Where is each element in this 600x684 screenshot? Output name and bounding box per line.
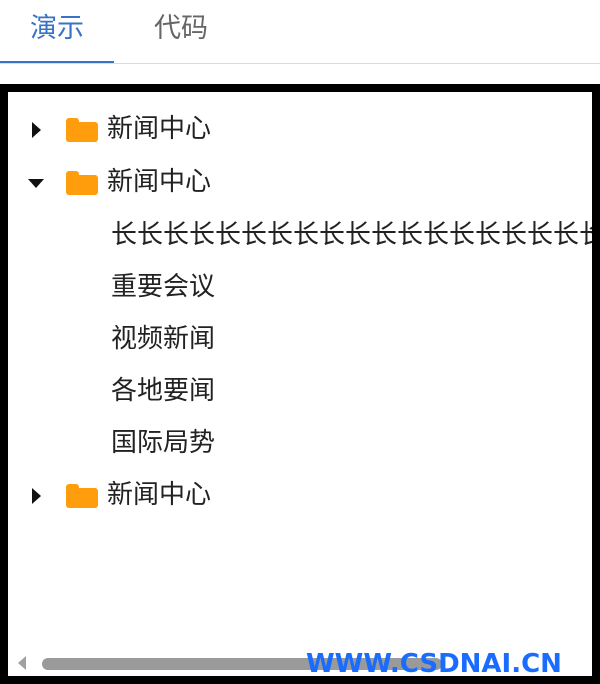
folder-icon [66, 484, 98, 508]
tree-leaf-label[interactable]: 视频新闻 [111, 322, 215, 356]
tab-demo[interactable]: 演示 [0, 0, 114, 62]
folder-icon [66, 171, 98, 195]
tree-leaf-label[interactable]: 重要会议 [111, 270, 215, 304]
scroll-left-icon[interactable] [18, 656, 26, 670]
caret-right-icon[interactable] [32, 122, 41, 138]
tree-view: 新闻中心 新闻中心 长长长长长长长长长长长长长长长长长长长长长长长长长长长长长长… [8, 92, 592, 650]
tab-bar: 演示 代码 [0, 0, 600, 64]
demo-frame: 新闻中心 新闻中心 长长长长长长长长长长长长长长长长长长长长长长长长长长长长长长… [0, 84, 600, 684]
tree-node-label[interactable]: 新闻中心 [107, 112, 211, 146]
tree-leaf-label[interactable]: 长长长长长长长长长长长长长长长长长长长长长长长长长长长长长长长长 [111, 218, 592, 252]
tree-leaf[interactable]: 长长长长长长长长长长长长长长长长长长长长长长长长长长长长长长长长 [8, 214, 592, 258]
tree-node-label[interactable]: 新闻中心 [107, 165, 211, 199]
watermark-logo: WWW.CSDNAI.CN [306, 649, 562, 679]
tree-leaf-label[interactable]: 国际局势 [111, 426, 215, 460]
caret-right-icon[interactable] [32, 488, 41, 504]
active-tab-indicator [0, 61, 114, 63]
folder-icon [66, 118, 98, 142]
caret-down-icon[interactable] [28, 179, 44, 188]
tree-node-label[interactable]: 新闻中心 [107, 478, 211, 512]
tab-code[interactable]: 代码 [124, 0, 238, 62]
tree-leaf-label[interactable]: 各地要闻 [111, 374, 215, 408]
